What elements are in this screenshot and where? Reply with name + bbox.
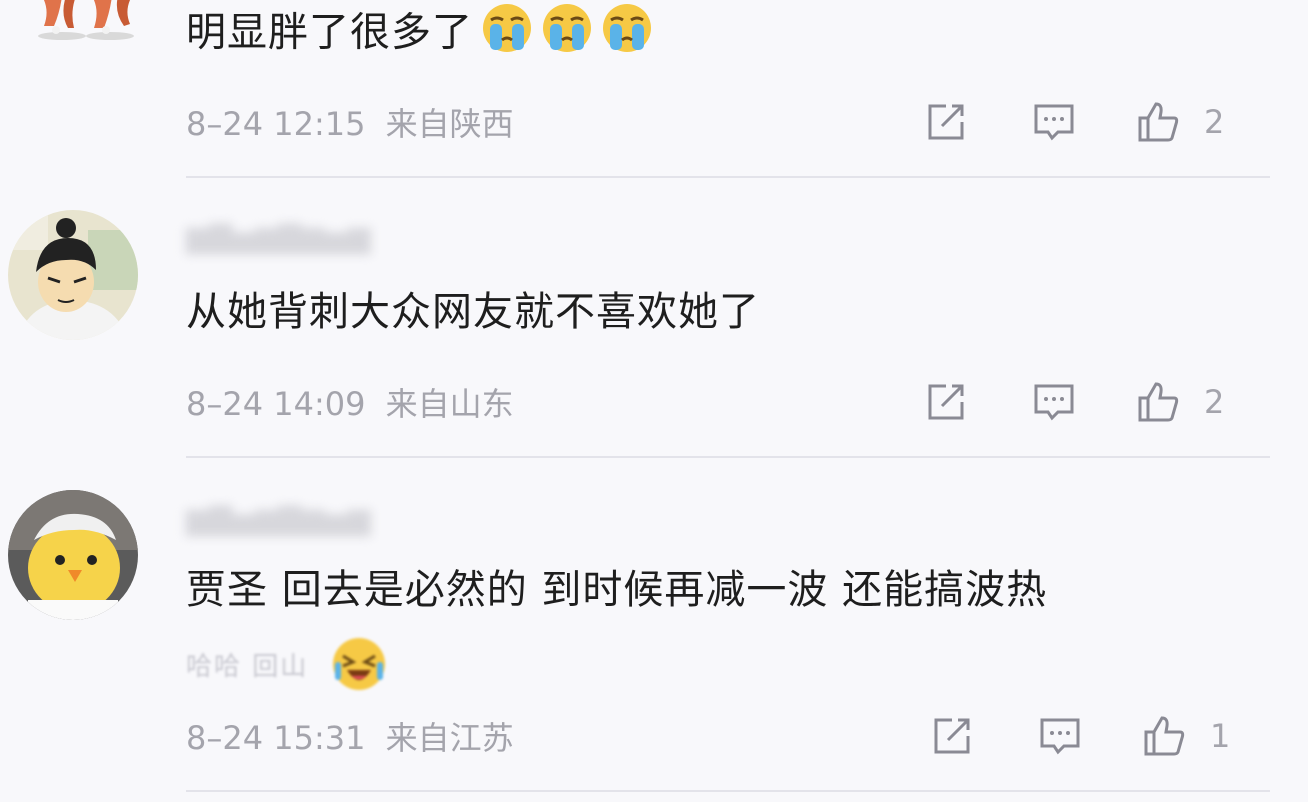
crying-emoji-icon — [481, 2, 533, 67]
comment-text: 贾圣 回去是必然的 到时候再减一波 还能搞波热 — [186, 564, 1047, 616]
username[interactable]: ▆▇▅▆▇▆▅▆ — [186, 218, 416, 258]
comment-actions: 1 — [930, 714, 1250, 764]
comment-time: 8–24 12:15 — [186, 105, 366, 143]
comment-body: 明显胖了很多了 — [186, 9, 473, 56]
comment-text: 从她背刺大众网友就不喜欢她了 — [186, 286, 760, 338]
comment-icon[interactable] — [1032, 380, 1076, 424]
comment-meta: 8–24 15:31 来自江苏 — [186, 718, 514, 758]
comment-second-line-text: 哈哈 回山 — [186, 652, 309, 682]
comment-location: 来自山东 — [385, 385, 514, 423]
comment-meta: 8–24 14:09 来自山东 — [186, 384, 514, 424]
laughing-emoji-icon — [331, 636, 387, 699]
share-icon[interactable] — [924, 100, 968, 144]
thumbs-up-icon[interactable] — [1136, 380, 1180, 424]
avatar[interactable] — [14, 0, 144, 40]
divider — [186, 176, 1270, 178]
comment-meta: 8–24 12:15 来自陕西 — [186, 104, 514, 144]
username[interactable]: ▆▇▅▆▇▆▅▆ — [186, 500, 416, 540]
comment-time: 8–24 15:31 — [186, 719, 366, 757]
avatar[interactable] — [8, 490, 138, 620]
comment-body: 从她背刺大众网友就不喜欢她了 — [186, 289, 760, 335]
comment-time: 8–24 14:09 — [186, 385, 366, 423]
divider — [186, 456, 1270, 458]
comment-location: 来自江苏 — [385, 719, 514, 757]
crying-emoji-icon — [541, 2, 593, 67]
crying-emoji-icon — [601, 2, 653, 67]
thumbs-up-icon[interactable] — [1136, 100, 1180, 144]
like-count: 2 — [1204, 103, 1225, 141]
comment-actions: 2 — [924, 380, 1244, 430]
comment-second-line: 哈哈 回山 — [186, 636, 387, 699]
like-count: 1 — [1210, 717, 1231, 755]
comment-icon[interactable] — [1032, 100, 1076, 144]
avatar[interactable] — [8, 210, 138, 340]
comment-actions: 2 — [924, 100, 1244, 150]
comment-body: 贾圣 回去是必然的 到时候再减一波 还能搞波热 — [186, 567, 1048, 613]
share-icon[interactable] — [924, 380, 968, 424]
comment-icon[interactable] — [1038, 714, 1082, 758]
share-icon[interactable] — [930, 714, 974, 758]
like-count: 2 — [1204, 383, 1225, 421]
thumbs-up-icon[interactable] — [1142, 714, 1186, 758]
comment-location: 来自陕西 — [385, 105, 514, 143]
comment-text: 明显胖了很多了 — [186, 2, 653, 67]
divider — [186, 790, 1270, 792]
